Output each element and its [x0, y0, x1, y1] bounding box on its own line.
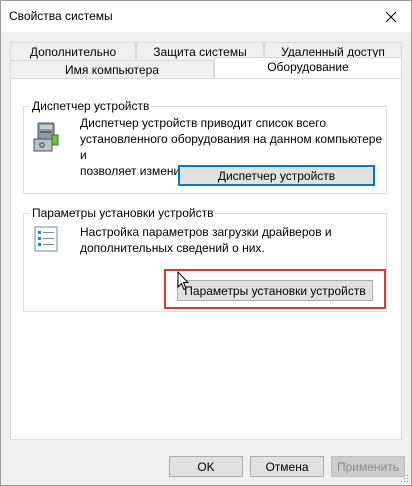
cancel-button[interactable]: Отмена: [250, 456, 324, 477]
computer-hardware-icon: [33, 122, 59, 152]
resize-grip-icon[interactable]: [399, 473, 409, 483]
description-line: дополнительных сведений о них.: [80, 241, 265, 255]
device-manager-title: Диспетчер устройств: [30, 99, 152, 113]
device-manager-group: Диспетчер устройств Диспетчер устройств …: [23, 99, 387, 194]
tab-advanced[interactable]: Дополнительно: [10, 42, 136, 60]
close-icon: [385, 11, 397, 22]
checklist-icon: [34, 226, 58, 252]
install-settings-description: Настройка параметров загрузки драйверов …: [80, 224, 332, 256]
tab-label: Дополнительно: [29, 45, 117, 59]
tab-computer-name[interactable]: Имя компьютера: [10, 60, 214, 78]
mouse-cursor-icon: [177, 271, 189, 291]
system-properties-window: Свойства системы Дополнительно Защита си…: [0, 0, 412, 486]
title-bar[interactable]: Свойства системы: [1, 1, 411, 32]
description-line: Настройка параметров загрузки драйверов …: [80, 225, 332, 239]
tab-label: Оборудование: [267, 60, 349, 74]
ok-button[interactable]: OK: [169, 456, 243, 477]
hardware-panel: Диспетчер устройств Диспетчер устройств …: [10, 78, 402, 440]
window-title: Свойства системы: [9, 9, 113, 23]
description-line: установленного оборудования на данном ко…: [80, 132, 383, 162]
device-manager-button[interactable]: Диспетчер устройств: [178, 165, 375, 186]
tab-label: Имя компьютера: [65, 63, 159, 77]
close-button[interactable]: [371, 1, 411, 32]
tab-hardware[interactable]: Оборудование: [214, 57, 402, 79]
apply-button[interactable]: Применить: [331, 456, 405, 477]
description-line: Диспетчер устройств приводит список всег…: [80, 116, 327, 130]
install-settings-title: Параметры установки устройств: [30, 206, 216, 220]
highlight-box: [164, 269, 386, 309]
